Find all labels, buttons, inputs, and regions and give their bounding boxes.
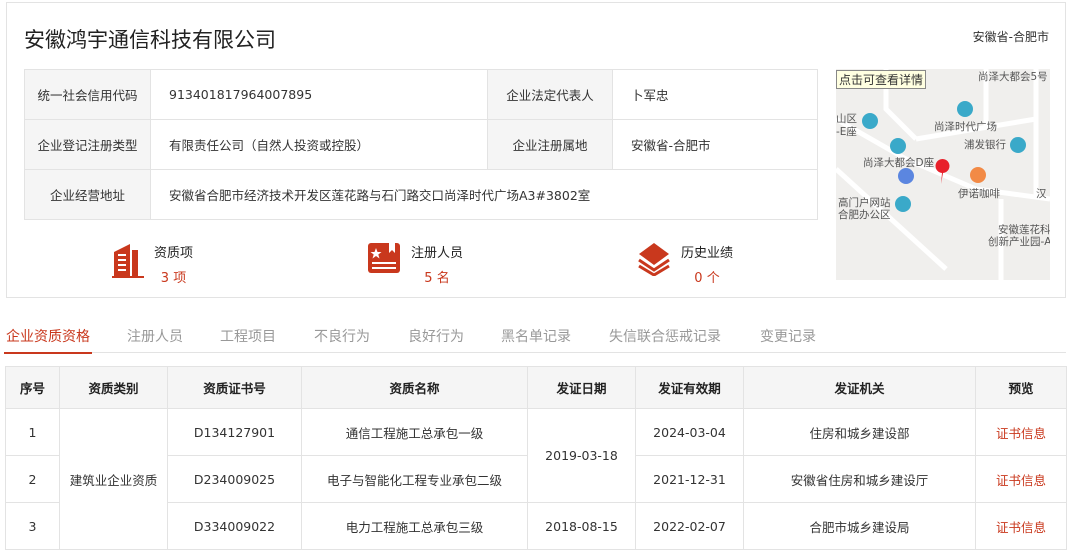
map-tooltip: 点击可查看详情 (836, 70, 927, 89)
table-row: 1 建筑业企业资质 D134127901 通信工程施工总承包一级 2019-03… (5, 408, 1067, 550)
col-header: 资质证书号 (167, 366, 302, 409)
col-header: 发证机关 (743, 366, 976, 409)
tab-dishonesty[interactable]: 失信联合惩戒记录 (609, 326, 721, 346)
cell-authority: 住房和城乡建设部 (743, 408, 976, 456)
cell-expiry: 2021-12-31 (635, 455, 744, 503)
cell-authority: 安徽省住房和城乡建设厅 (743, 455, 976, 503)
stat-value: 5 名 (424, 271, 450, 286)
cell-issue-date: 2019-03-18 (527, 408, 636, 503)
info-key: 企业登记注册类型 (24, 119, 151, 170)
stat-label: 资质项 (154, 246, 194, 261)
stat-personnel[interactable]: 注册人员 5 名 (367, 242, 463, 286)
certificate-icon (368, 243, 400, 273)
location-map[interactable]: 点击可查看详情 尚泽大都会5号 山区 -E座 尚泽时代广场 浦发银行 尚泽大都会… (836, 69, 1050, 280)
tab-personnel[interactable]: 注册人员 (127, 326, 183, 346)
info-value: 安徽省-合肥市 (612, 119, 818, 170)
tab-bar: 企业资质资格 注册人员 工程项目 不良行为 良好行为 黑名单记录 失信联合惩戒记… (4, 318, 1066, 354)
certificate-link[interactable]: 证书信息 (996, 473, 1046, 488)
qualification-table: 序号 资质类别 资质证书号 资质名称 发证日期 发证有效期 发证机关 预览 1 … (5, 366, 1067, 550)
cell-cert: D234009025 (167, 455, 302, 503)
cell-cert: D134127901 (167, 408, 302, 456)
stat-value: 0 个 (694, 271, 720, 286)
cell-cert: D334009022 (167, 502, 302, 550)
stat-history[interactable]: 历史业绩 0 个 (637, 242, 733, 286)
tab-blacklist[interactable]: 黑名单记录 (501, 326, 571, 346)
stat-value: 3 项 (160, 271, 187, 286)
info-key: 企业注册属地 (487, 119, 613, 170)
info-value: 913401817964007895 (150, 69, 488, 120)
tab-qualifications[interactable]: 企业资质资格 (4, 326, 92, 354)
layers-icon (638, 243, 670, 276)
building-icon (112, 244, 144, 278)
tab-bad-behavior[interactable]: 不良行为 (314, 326, 370, 346)
certificate-link[interactable]: 证书信息 (996, 426, 1046, 441)
col-header: 发证有效期 (635, 366, 744, 409)
col-header: 资质类别 (59, 366, 168, 409)
info-value: 安徽省合肥市经济技术开发区莲花路与石门路交口尚泽时代广场A3#3802室 (150, 169, 818, 220)
cell-expiry: 2022-02-07 (635, 502, 744, 550)
cell-name: 电子与智能化工程专业承包二级 (301, 455, 528, 503)
location-pin-icon (935, 159, 950, 184)
stat-label: 历史业绩 (681, 246, 734, 261)
cell-authority: 合肥市城乡建设局 (743, 502, 976, 550)
company-info-table: 统一社会信用代码 913401817964007895 企业法定代表人 卜军忠 企业登… (24, 69, 818, 220)
cell-issue-date: 2018-08-15 (527, 502, 636, 550)
col-header: 预览 (975, 366, 1067, 409)
info-value: 卜军忠 (612, 69, 818, 120)
cell-no: 1 (5, 408, 60, 456)
company-region: 安徽省-合肥市 (972, 30, 1049, 44)
tab-good-behavior[interactable]: 良好行为 (408, 326, 464, 346)
stat-qualifications[interactable]: 资质项 3 项 (112, 242, 193, 286)
info-key: 企业法定代表人 (487, 69, 613, 120)
tab-changes[interactable]: 变更记录 (760, 326, 816, 346)
map-pois (862, 101, 1026, 212)
tab-projects[interactable]: 工程项目 (220, 326, 276, 346)
cell-category: 建筑业企业资质 (59, 408, 168, 550)
col-header: 序号 (5, 366, 60, 409)
cell-name: 电力工程施工总承包三级 (301, 502, 528, 550)
cell-no: 2 (5, 455, 60, 503)
info-key: 企业经营地址 (24, 169, 151, 220)
cell-name: 通信工程施工总承包一级 (301, 408, 528, 456)
col-header: 资质名称 (301, 366, 528, 409)
stat-label: 注册人员 (411, 246, 464, 261)
company-name: 安徽鸿宇通信科技有限公司 (24, 28, 276, 52)
cell-expiry: 2024-03-04 (635, 408, 744, 456)
cell-no: 3 (5, 502, 60, 550)
certificate-link[interactable]: 证书信息 (996, 520, 1046, 535)
col-header: 发证日期 (527, 366, 636, 409)
info-key: 统一社会信用代码 (24, 69, 151, 120)
info-value: 有限责任公司（自然人投资或控股） (150, 119, 488, 170)
